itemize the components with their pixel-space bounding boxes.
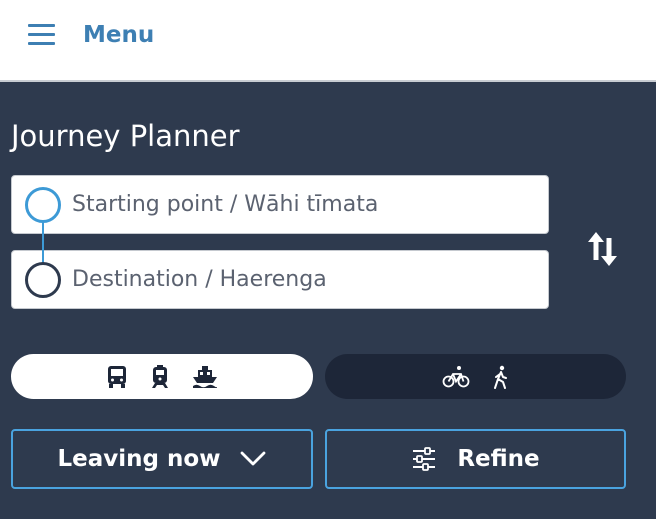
swap-locations-button[interactable] [584,228,622,270]
train-icon [152,364,168,388]
page-title: Journey Planner [11,119,240,153]
menu-label: Menu [83,22,155,48]
destination-input[interactable] [72,251,542,308]
destination-marker-icon [25,262,61,298]
bike-walk-mode-toggle[interactable] [325,354,626,399]
menu-button[interactable]: Menu [28,20,154,50]
top-bar: Menu [0,0,656,82]
swap-arrows-icon [588,232,617,266]
starting-point-input[interactable] [72,176,542,233]
route-connector-line [42,221,44,265]
bicycle-icon [442,365,469,387]
sliders-icon [413,447,436,471]
ferry-icon [193,365,218,388]
destination-field [11,250,549,309]
chevron-down-icon [241,451,266,466]
bus-icon [108,365,126,388]
public-transport-mode-toggle[interactable] [11,354,313,399]
leaving-time-label: Leaving now [57,446,221,472]
leaving-time-dropdown[interactable]: Leaving now [11,429,313,489]
walking-icon [493,365,507,389]
starting-point-field [11,175,549,234]
refine-label: Refine [457,446,540,472]
start-marker-icon [25,187,61,223]
refine-button[interactable]: Refine [325,429,626,489]
hamburger-icon [28,24,55,46]
